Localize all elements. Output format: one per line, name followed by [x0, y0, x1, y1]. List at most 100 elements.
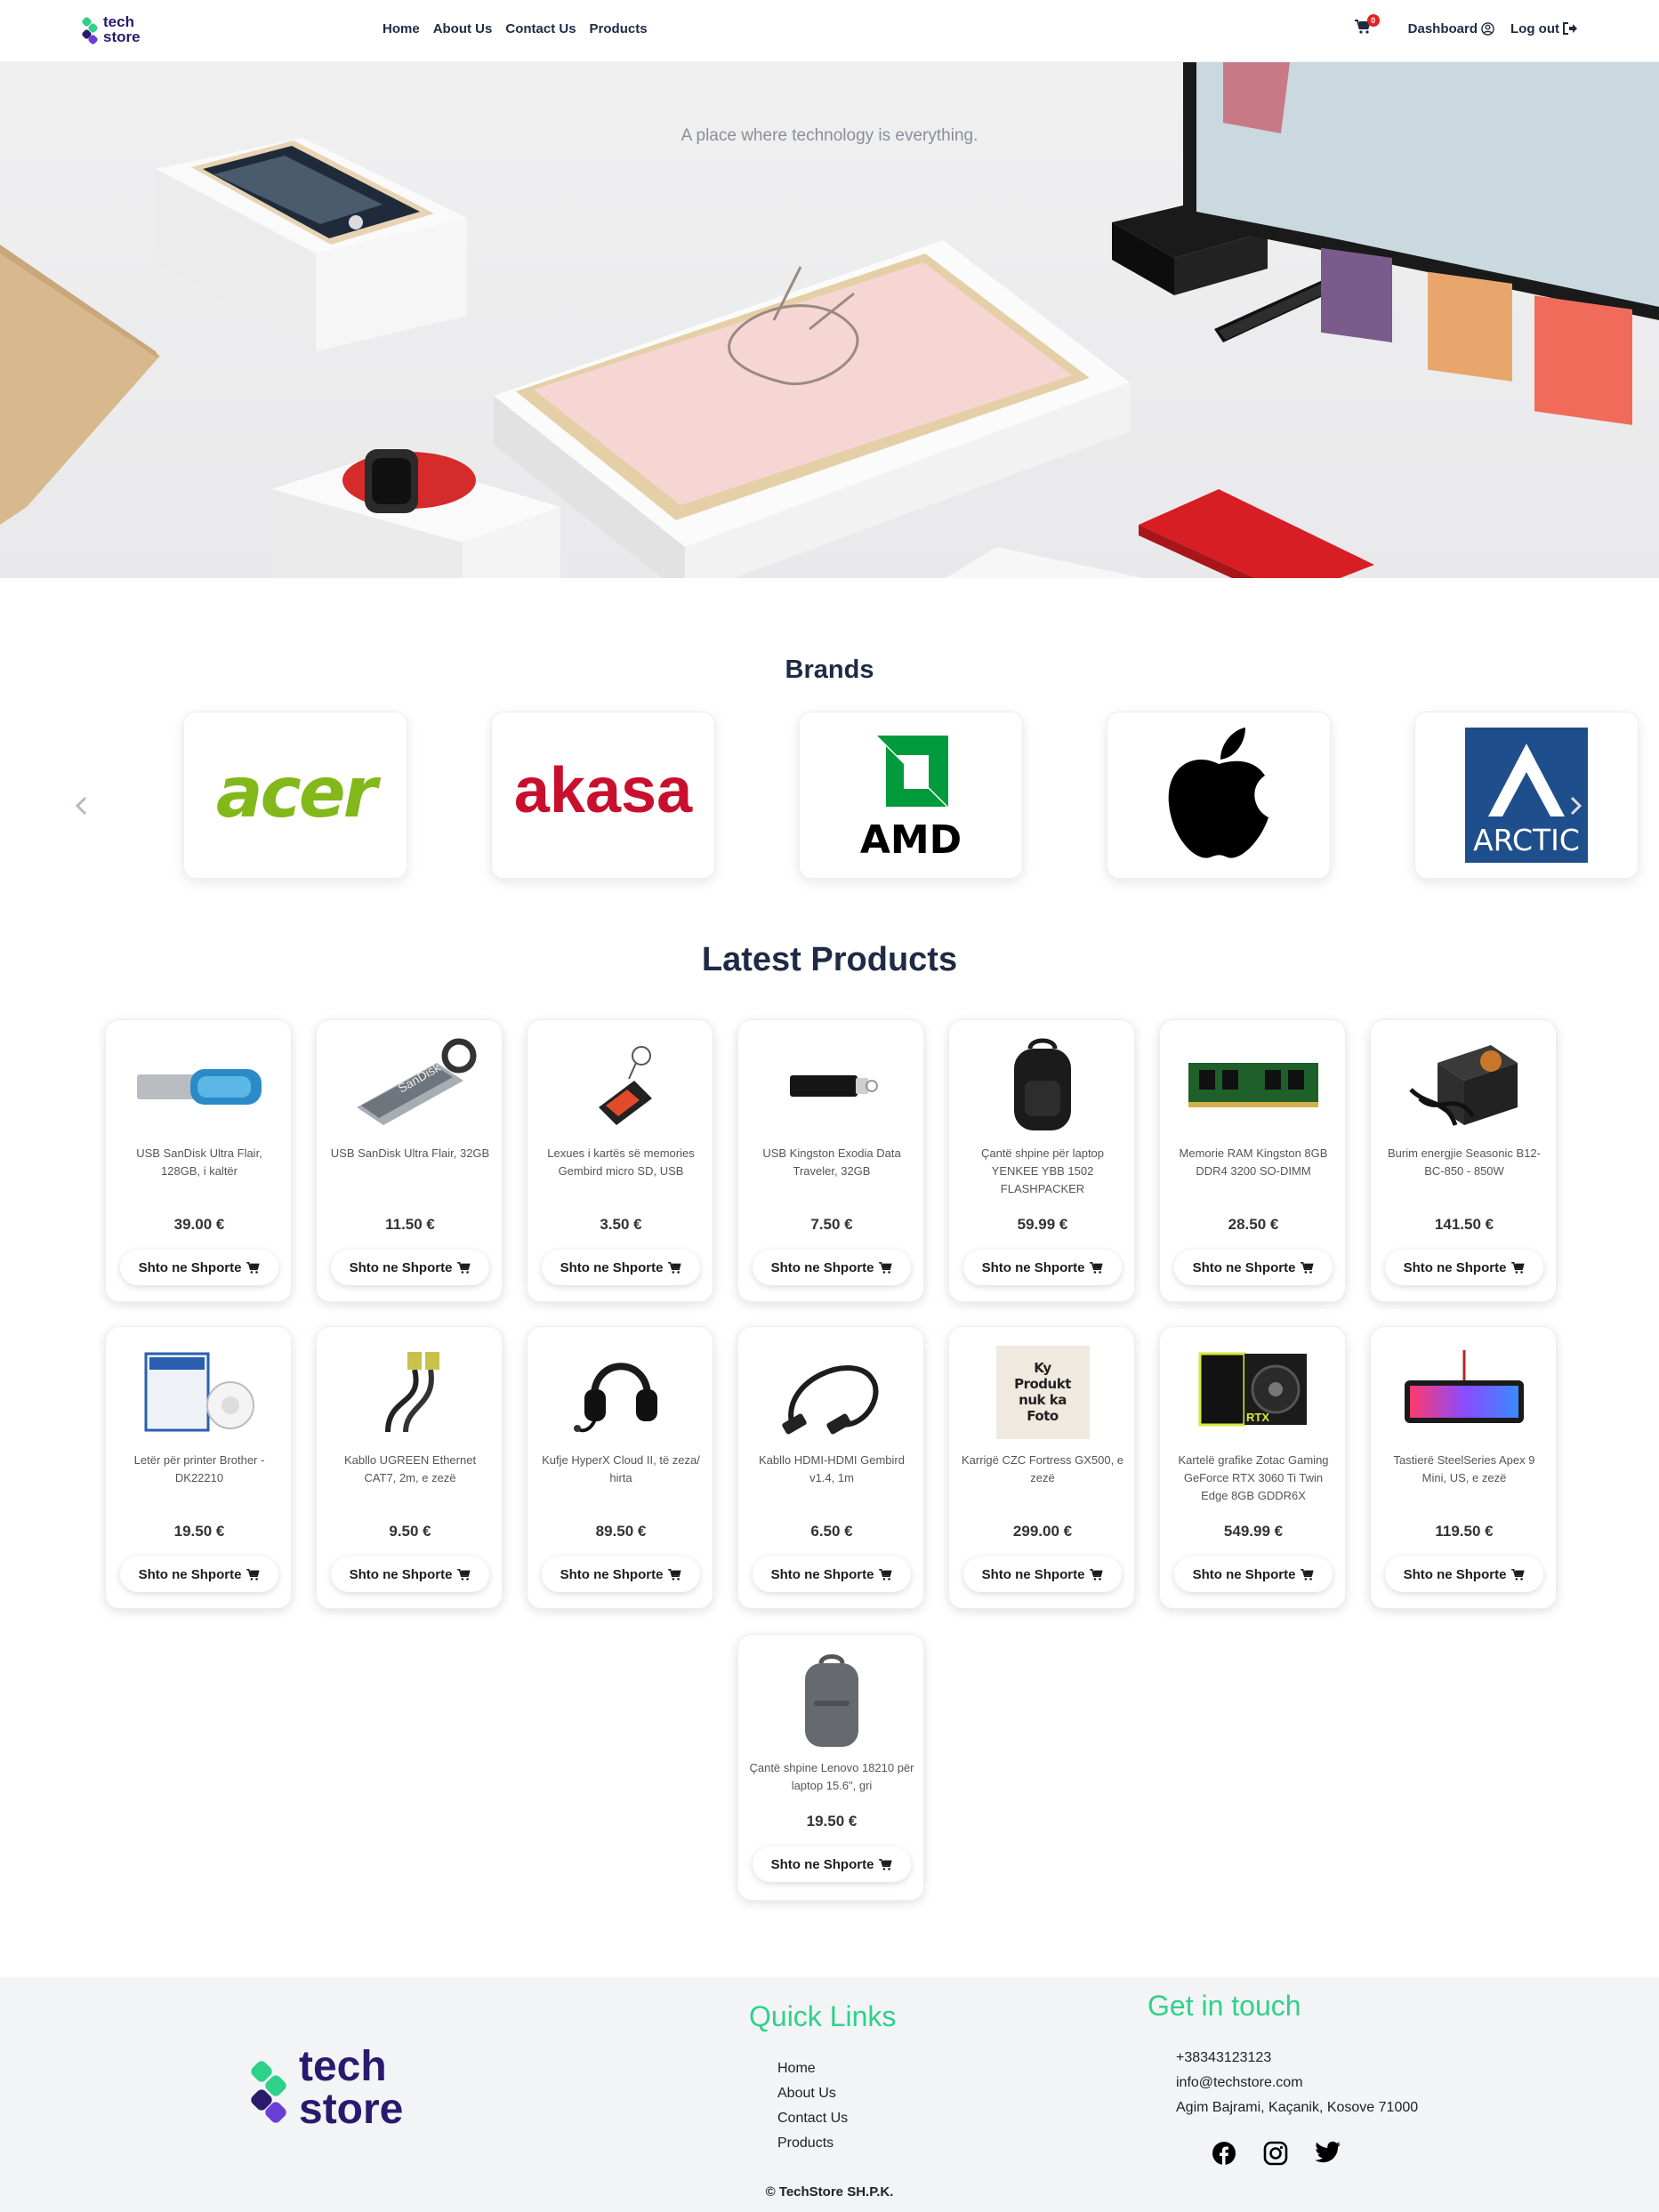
add-to-cart-label: Shto ne Shporte [1403, 1259, 1507, 1275]
latest-products-heading: Latest Products [701, 941, 958, 978]
product-name: USB SanDisk Ultra Flair, 32GB [330, 1146, 490, 1160]
add-to-cart-button[interactable]: Shto ne Shporte [753, 1556, 911, 1592]
footer-link-contact[interactable]: Contact Us [777, 2106, 848, 2131]
product-price: 141.50 € [1434, 1216, 1494, 1233]
product-card[interactable]: Çantë shpine për laptop YENKEE YBB 1502 … [948, 1019, 1135, 1302]
product-name: Lexues i kartës së memories Gembird micr… [547, 1146, 695, 1178]
add-to-cart-button[interactable]: Shto ne Shporte [1385, 1556, 1543, 1592]
dashboard-link[interactable]: Dashboard [1408, 21, 1494, 36]
dashboard-label: Dashboard [1407, 20, 1478, 36]
cart-icon [879, 1568, 893, 1581]
brand-card-arctic[interactable]: ARCTIC [1414, 712, 1639, 879]
product-name: Memorie RAM Kingston 8GB DDR4 3200 SO-DI… [1179, 1146, 1328, 1178]
contact-address: Agim Bajrami, Kaçanik, Kosove 71000 [1176, 2100, 1419, 2115]
product-name: Tastierë SteelSeries Apex 9 Mini, US, e … [1393, 1453, 1535, 1484]
product-image: SanDisk [330, 1036, 490, 1134]
add-to-cart-button[interactable]: Shto ne Shporte [542, 1556, 700, 1592]
nav-user-area: 0 Dashboard Log out [1354, 14, 1577, 37]
label-tape-icon [144, 1352, 254, 1432]
brand-card-acer[interactable]: acer [183, 712, 407, 879]
add-to-cart-button[interactable]: Shto ne Shporte [1174, 1250, 1333, 1285]
hero-banner: A place where technology is everything. [0, 62, 1659, 578]
nav-link-about[interactable]: About Us [433, 21, 493, 36]
add-to-cart-button[interactable]: Shto ne Shporte [753, 1250, 911, 1285]
product-card[interactable]: Letër për printer Brother - DK22210 19.5… [105, 1326, 292, 1609]
site-logo[interactable]: tech store [81, 13, 141, 45]
add-to-cart-button[interactable]: Shto ne Shporte [753, 1846, 911, 1882]
product-card[interactable]: Kabllo HDMI-HDMI Gembird v1.4, 1m 6.50 €… [737, 1326, 924, 1609]
usb-flash-silver-icon: SanDisk [357, 1038, 477, 1125]
footer-link-about[interactable]: About Us [777, 2081, 848, 2106]
product-price: 7.50 € [810, 1216, 853, 1233]
cart-icon [1511, 1568, 1526, 1581]
brand-card-amd[interactable]: AMD [799, 712, 1023, 879]
cart-icon [457, 1568, 471, 1581]
instagram-icon[interactable] [1263, 2141, 1288, 2166]
add-to-cart-label: Shto ne Shporte [349, 1566, 453, 1582]
add-to-cart-label: Shto ne Shporte [770, 1566, 874, 1582]
backpack-gray-icon [805, 1654, 858, 1747]
product-price: 3.50 € [600, 1216, 642, 1233]
add-to-cart-button[interactable]: Shto ne Shporte [120, 1250, 278, 1285]
product-image [752, 1651, 912, 1749]
facebook-icon[interactable] [1212, 2141, 1236, 2166]
logo-mark-icon [81, 15, 99, 45]
footer-logo-tech: tech [299, 2043, 387, 2090]
product-name: USB Kingston Exodia Data Traveler, 32GB [762, 1146, 901, 1178]
cart-button[interactable]: 0 [1354, 14, 1380, 37]
user-circle-icon [1481, 21, 1494, 36]
logo-text-tech: tech [103, 13, 134, 30]
product-card[interactable]: RTX Kartelë grafike Zotac Gaming GeForce… [1159, 1326, 1346, 1609]
add-to-cart-button[interactable]: Shto ne Shporte [963, 1556, 1122, 1592]
no-photo-placeholder: Ky Produkt nuk ka Foto [995, 1345, 1090, 1439]
add-to-cart-button[interactable]: Shto ne Shporte [120, 1556, 278, 1592]
twitter-icon[interactable] [1315, 2141, 1341, 2164]
add-to-cart-button[interactable]: Shto ne Shporte [1174, 1556, 1333, 1592]
nav-link-home[interactable]: Home [383, 21, 420, 36]
cart-icon [879, 1261, 893, 1274]
cart-count-badge: 0 [1366, 14, 1380, 27]
brand-card-akasa[interactable]: akasa [491, 712, 715, 879]
product-card[interactable]: USB Kingston Exodia Data Traveler, 32GB … [737, 1019, 924, 1302]
cart-icon [246, 1261, 261, 1274]
cart-icon [457, 1261, 471, 1274]
product-image: Ky Produkt nuk ka Foto [962, 1343, 1123, 1441]
product-price: 59.99 € [1017, 1216, 1068, 1233]
add-to-cart-button[interactable]: Shto ne Shporte [963, 1250, 1122, 1285]
nav-link-contact[interactable]: Contact Us [505, 21, 576, 36]
add-to-cart-button[interactable]: Shto ne Shporte [1385, 1250, 1543, 1285]
nav-link-products[interactable]: Products [590, 21, 648, 36]
product-card[interactable]: USB SanDisk Ultra Flair, 128GB, i kaltër… [105, 1019, 292, 1302]
product-card[interactable]: SanDisk USB SanDisk Ultra Flair, 32GB 11… [316, 1019, 503, 1302]
add-to-cart-label: Shto ne Shporte [138, 1259, 242, 1275]
product-card[interactable]: Tastierë SteelSeries Apex 9 Mini, US, e … [1370, 1326, 1557, 1609]
add-to-cart-label: Shto ne Shporte [770, 1259, 874, 1275]
footer-link-home[interactable]: Home [777, 2056, 848, 2081]
no-photo-text: Ky Produkt nuk ka Foto [1014, 1360, 1071, 1424]
add-to-cart-button[interactable]: Shto ne Shporte [542, 1250, 700, 1285]
brands-next-arrow[interactable] [1568, 793, 1582, 824]
logout-link[interactable]: Log out [1510, 21, 1577, 36]
card-reader-icon [599, 1046, 652, 1125]
footer-link-products[interactable]: Products [777, 2131, 848, 2156]
product-card[interactable]: Lexues i kartës së memories Gembird micr… [527, 1019, 713, 1302]
add-to-cart-label: Shto ne Shporte [770, 1856, 874, 1872]
product-card[interactable]: Burim energjie Seasonic B12-BC-850 - 850… [1370, 1019, 1557, 1302]
product-price: 6.50 € [810, 1523, 853, 1540]
top-navbar: tech store Home About Us Contact Us Prod… [0, 0, 1659, 62]
footer-logo[interactable]: tech store [248, 2043, 403, 2131]
brand-card-apple[interactable] [1107, 712, 1331, 879]
cart-icon [668, 1261, 682, 1274]
sign-out-icon [1563, 22, 1577, 35]
product-card[interactable]: Çantë shpine Lenovo 18210 për laptop 15.… [737, 1634, 924, 1901]
product-card[interactable]: Kabllo UGREEN Ethernet CAT7, 2m, e zezë … [316, 1326, 503, 1609]
add-to-cart-button[interactable]: Shto ne Shporte [331, 1250, 489, 1285]
product-card[interactable]: Ky Produkt nuk ka Foto Karrigë CZC Fortr… [948, 1326, 1135, 1609]
brands-prev-arrow[interactable] [75, 793, 89, 824]
add-to-cart-button[interactable]: Shto ne Shporte [331, 1556, 489, 1592]
product-card[interactable]: Kufje HyperX Cloud II, të zeza/ hirta 89… [527, 1326, 713, 1609]
brand-name-amd: AMD [860, 817, 962, 862]
cart-icon [879, 1858, 893, 1870]
product-image [541, 1343, 701, 1441]
product-card[interactable]: Memorie RAM Kingston 8GB DDR4 3200 SO-DI… [1159, 1019, 1346, 1302]
